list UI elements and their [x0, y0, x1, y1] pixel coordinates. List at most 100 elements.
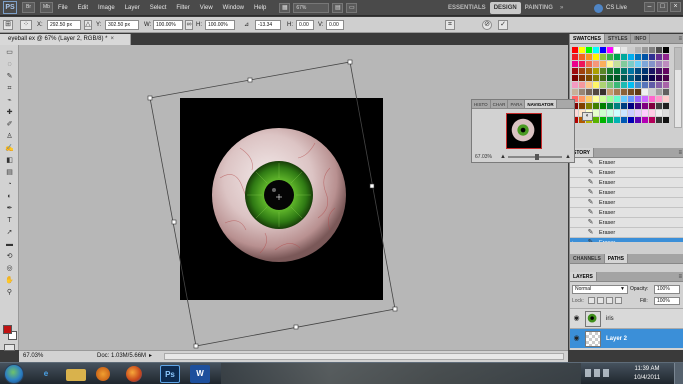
color-swatch[interactable]: [663, 54, 669, 60]
path-selection-tool-icon[interactable]: ➚: [2, 227, 17, 238]
color-swatch[interactable]: [586, 75, 592, 81]
color-swatch[interactable]: [607, 82, 613, 88]
history-item[interactable]: ✎ Eraser: [570, 228, 683, 238]
color-swatch[interactable]: [663, 61, 669, 67]
arrange-documents-button[interactable]: ▤: [332, 2, 344, 13]
color-swatch[interactable]: [593, 47, 599, 53]
color-swatch[interactable]: [642, 47, 648, 53]
menu-window[interactable]: Window: [223, 5, 244, 11]
color-swatch[interactable]: [642, 82, 648, 88]
color-swatch[interactable]: [614, 82, 620, 88]
maximize-button[interactable]: □: [657, 2, 668, 12]
color-swatch[interactable]: [621, 68, 627, 74]
marquee-tool-icon[interactable]: ▭: [2, 47, 17, 58]
color-swatch[interactable]: [586, 47, 592, 53]
history-item[interactable]: ✎ Eraser: [570, 178, 683, 188]
history-item[interactable]: ✎ Eraser: [570, 198, 683, 208]
width-field[interactable]: 100.00%: [153, 20, 183, 30]
color-swatch[interactable]: [656, 54, 662, 60]
tab-info[interactable]: INFO: [631, 34, 651, 43]
quick-selection-tool-icon[interactable]: ✎: [2, 71, 17, 82]
h-skew-field[interactable]: 0.00: [296, 20, 314, 30]
tab-character[interactable]: CHAR: [491, 100, 509, 108]
color-swatch[interactable]: [621, 47, 627, 53]
quick-mask-button[interactable]: [4, 344, 15, 351]
color-swatch[interactable]: [614, 47, 620, 53]
swatches-scroll-thumb[interactable]: [675, 48, 681, 70]
photoshop-taskbar-icon[interactable]: Ps: [160, 365, 180, 383]
color-swatch[interactable]: [649, 82, 655, 88]
tab-layers[interactable]: LAYERS: [570, 272, 597, 281]
eraser-tool-icon[interactable]: ◧: [2, 155, 17, 166]
blur-tool-icon[interactable]: ◔: [2, 179, 17, 190]
warp-mode-icon[interactable]: ⌗: [445, 20, 455, 30]
color-swatch[interactable]: [572, 82, 578, 88]
navigator-zoom-value[interactable]: 67.03%: [475, 153, 492, 161]
flag-icon[interactable]: [585, 369, 591, 377]
gradient-tool-icon[interactable]: ▤: [2, 167, 17, 178]
history-source-icon[interactable]: [572, 200, 578, 206]
history-source-icon[interactable]: [572, 170, 578, 176]
fill-field[interactable]: 100%: [654, 297, 680, 305]
color-swatch[interactable]: [635, 61, 641, 67]
screen-mode-button[interactable]: ▭: [346, 2, 358, 13]
show-desktop-button[interactable]: [674, 363, 683, 384]
blend-mode-select[interactable]: Normal ▼: [572, 285, 628, 294]
history-source-icon[interactable]: [572, 180, 578, 186]
history-source-icon[interactable]: ▸: [572, 240, 578, 242]
pen-tool-icon[interactable]: ✒: [2, 203, 17, 214]
color-swatch[interactable]: [600, 47, 606, 53]
color-swatch[interactable]: [663, 47, 669, 53]
workspace-essentials[interactable]: ESSENTIALS: [444, 2, 490, 14]
history-item[interactable]: ✎ Eraser: [570, 218, 683, 228]
menu-file[interactable]: File: [58, 5, 68, 11]
clone-stamp-tool-icon[interactable]: ♙: [2, 131, 17, 142]
lasso-tool-icon[interactable]: ◌: [2, 59, 17, 70]
color-swatch[interactable]: [586, 82, 592, 88]
color-swatch[interactable]: [635, 47, 641, 53]
clock-date[interactable]: 10/4/2011: [627, 374, 667, 383]
color-swatch[interactable]: [628, 68, 634, 74]
color-swatch[interactable]: [628, 61, 634, 67]
cs-live-button[interactable]: CS Live: [594, 3, 627, 13]
reference-point-icon[interactable]: ⁘: [20, 20, 32, 30]
hand-tool-icon[interactable]: ✋: [2, 275, 17, 286]
foreground-color-swatch[interactable]: [3, 325, 12, 334]
start-button[interactable]: [4, 364, 24, 384]
navigator-preview[interactable]: [506, 113, 542, 149]
3d-orbit-tool-icon[interactable]: ◎: [2, 263, 17, 274]
color-swatch[interactable]: [628, 47, 634, 53]
opacity-field[interactable]: 100%: [654, 285, 680, 294]
color-swatch[interactable]: [593, 75, 599, 81]
color-swatch[interactable]: [572, 54, 578, 60]
lock-pixels-icon[interactable]: [597, 297, 604, 304]
tab-paragraph[interactable]: PARA: [508, 100, 526, 108]
color-swatch[interactable]: [614, 61, 620, 67]
color-swatch[interactable]: [621, 54, 627, 60]
color-swatch[interactable]: [621, 75, 627, 81]
visibility-eye-icon[interactable]: ◉: [572, 334, 581, 343]
network-icon[interactable]: [594, 369, 600, 377]
view-extras-button[interactable]: ▦: [279, 2, 291, 13]
history-menu-icon[interactable]: ≡: [678, 148, 682, 158]
color-swatch[interactable]: [593, 61, 599, 67]
color-swatch[interactable]: [649, 68, 655, 74]
tab-paths[interactable]: PATHS: [604, 254, 628, 263]
dodge-tool-icon[interactable]: ◐: [2, 191, 17, 202]
color-swatch[interactable]: [607, 75, 613, 81]
color-swatch[interactable]: [607, 68, 613, 74]
eyedropper-tool-icon[interactable]: ⌁: [2, 95, 17, 106]
color-swatch[interactable]: [586, 54, 592, 60]
color-swatch[interactable]: [628, 82, 634, 88]
color-swatch[interactable]: [642, 61, 648, 67]
rotate-angle-field[interactable]: -13.34: [255, 20, 281, 30]
mini-bridge-icon[interactable]: Mb: [40, 2, 53, 13]
color-swatch[interactable]: [600, 75, 606, 81]
y-position-field[interactable]: 302.50 px: [105, 20, 139, 30]
bridge-icon[interactable]: Br: [22, 2, 35, 13]
history-source-icon[interactable]: [572, 230, 578, 236]
color-swatch[interactable]: [663, 68, 669, 74]
tab-channels[interactable]: CHANNELS: [570, 254, 605, 263]
document-tab[interactable]: eyeball ex @ 67% (Layer 2, RGB/8) * ×: [0, 34, 131, 45]
3d-rotate-tool-icon[interactable]: ⟲: [2, 251, 17, 262]
